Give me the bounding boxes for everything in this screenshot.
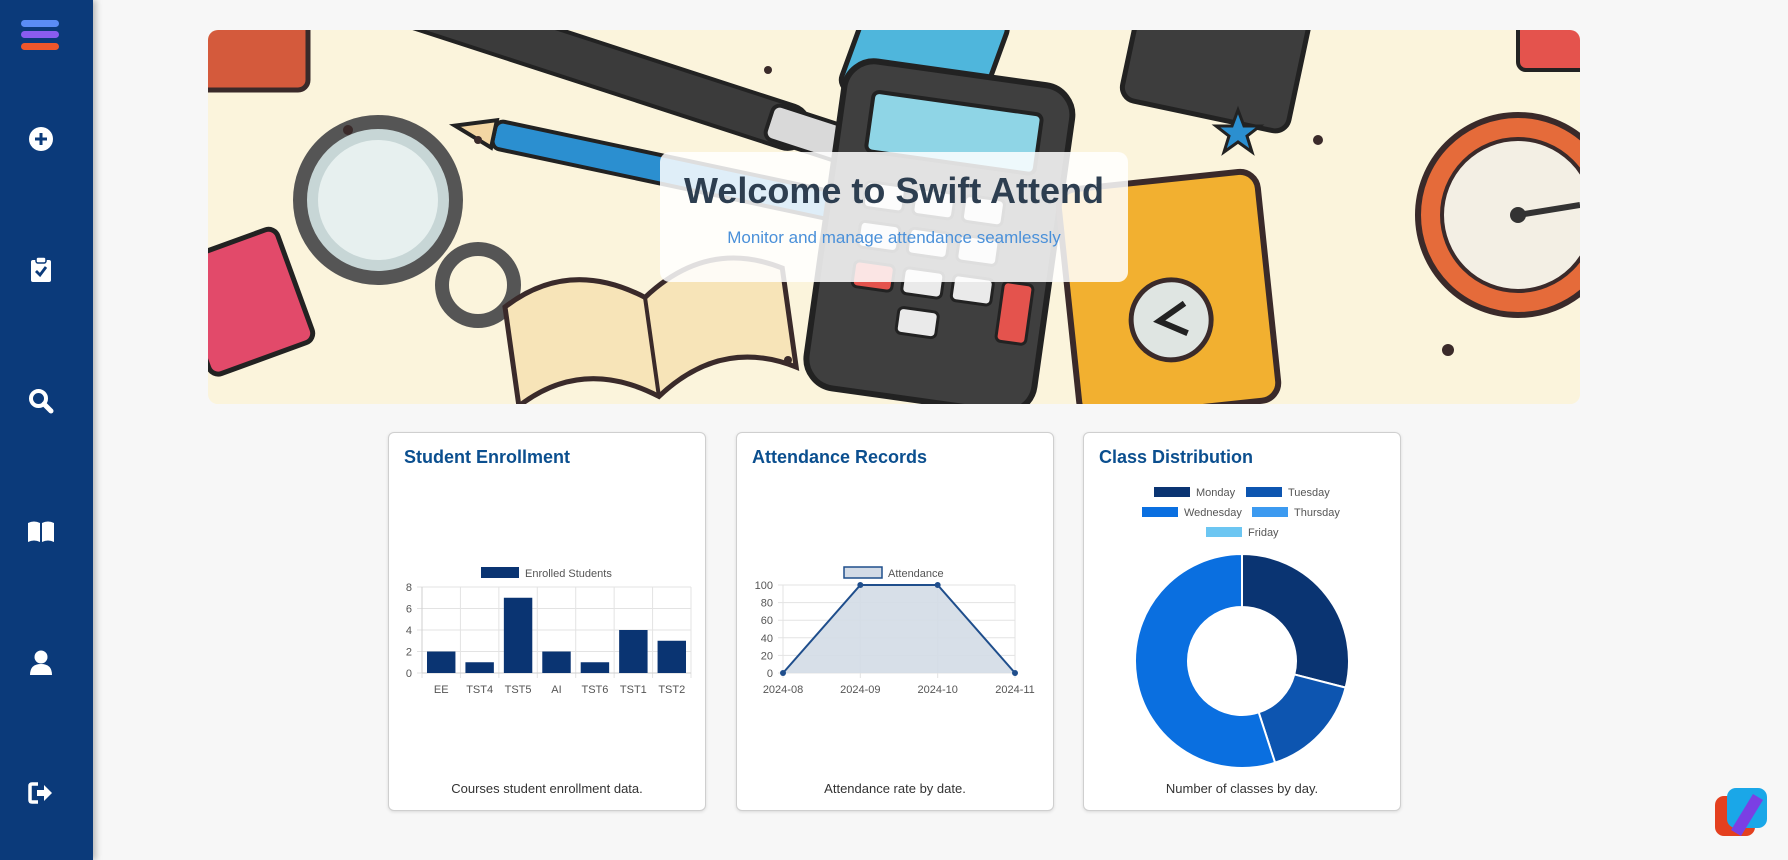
book-icon xyxy=(28,521,54,542)
hero-banner: Welcome to Swift Attend Monitor and mana… xyxy=(208,30,1580,404)
doughnut-slice xyxy=(1241,552,1350,689)
legend-label: Tuesday xyxy=(1288,487,1330,499)
welcome-subtitle: Monitor and manage attendance seamlessly xyxy=(727,228,1061,247)
welcome-title: Welcome to Swift Attend xyxy=(683,170,1104,211)
courses-nav-button[interactable] xyxy=(0,517,82,547)
profile-nav-button[interactable] xyxy=(0,648,82,678)
user-icon xyxy=(30,650,52,675)
legend-label: Attendance xyxy=(888,568,944,580)
add-button[interactable] xyxy=(0,124,82,154)
x-tick-label: 2024-10 xyxy=(917,684,957,696)
bar xyxy=(657,640,687,673)
legend-label: Thursday xyxy=(1294,507,1340,519)
legend-label: Monday xyxy=(1196,487,1236,499)
bar xyxy=(619,630,648,673)
y-tick-label: 20 xyxy=(761,650,773,662)
legend-swatch xyxy=(1206,527,1242,537)
search-nav-button[interactable] xyxy=(0,386,82,416)
attendance-area-chart: Attendance 0 20 40 60 80 100 2024-08 2024-09 2024… xyxy=(755,566,1035,696)
y-tick-label: 0 xyxy=(767,668,773,680)
y-tick-label: 4 xyxy=(406,625,412,637)
x-tick-label: TST4 xyxy=(466,684,493,696)
y-tick-label: 2 xyxy=(406,647,412,659)
card-caption: Number of classes by day. xyxy=(1165,781,1319,796)
card-caption: Attendance rate by date. xyxy=(824,781,966,796)
bar xyxy=(426,651,456,673)
y-tick-label: 40 xyxy=(761,633,773,645)
class-doughnut-chart: Monday Tuesday Wednesday Thursday Friday xyxy=(1134,487,1350,769)
sidebar xyxy=(0,0,93,860)
x-tick-label: TST5 xyxy=(505,684,532,696)
legend-label: Wednesday xyxy=(1184,507,1242,519)
menu-toggle-button[interactable] xyxy=(0,16,82,56)
data-point xyxy=(934,582,941,588)
add-icon xyxy=(29,127,53,151)
y-tick-label: 8 xyxy=(406,582,412,594)
floating-app-button[interactable] xyxy=(1713,786,1769,838)
bar xyxy=(542,651,571,673)
y-tick-label: 6 xyxy=(406,604,412,616)
attendance-records-card: Attendance Records Attendance 0 20 40 60 80 10… xyxy=(736,432,1054,811)
legend-swatch xyxy=(1246,487,1282,497)
x-tick-label: 2024-08 xyxy=(763,684,803,696)
x-tick-label: 2024-09 xyxy=(840,684,880,696)
welcome-panel: Welcome to Swift Attend Monitor and mana… xyxy=(660,152,1128,282)
x-tick-label: EE xyxy=(434,684,449,696)
data-point xyxy=(780,670,786,676)
y-tick-label: 100 xyxy=(755,580,773,592)
y-tick-label: 0 xyxy=(406,668,412,680)
card-caption: Courses student enrollment data. xyxy=(451,781,643,796)
y-tick-label: 60 xyxy=(761,615,773,627)
bar xyxy=(580,662,610,673)
logout-icon xyxy=(28,782,52,804)
clipboard-check-icon xyxy=(31,257,51,282)
legend-swatch xyxy=(1154,487,1190,497)
legend-label: Enrolled Students xyxy=(525,568,612,580)
x-tick-label: TST1 xyxy=(620,684,647,696)
enrollment-bar-chart: Enrolled Students 0 2 4 6 8 EE TST4 TST5 AI TST6 TS… xyxy=(406,567,692,696)
data-point xyxy=(857,582,864,588)
search-icon xyxy=(29,389,54,414)
legend-swatch xyxy=(481,567,519,578)
x-tick-label: TST6 xyxy=(581,684,608,696)
bar xyxy=(503,597,533,673)
student-enrollment-card: Student Enrollment Enrolled Students 0 2 4 6… xyxy=(388,432,706,811)
legend-swatch xyxy=(1252,507,1288,517)
logout-button[interactable] xyxy=(0,778,82,808)
legend-swatch xyxy=(843,566,883,579)
attendance-nav-button[interactable] xyxy=(0,255,82,285)
data-point xyxy=(1012,670,1018,676)
bar xyxy=(465,662,494,673)
legend-label: Friday xyxy=(1248,527,1279,539)
app-logo-icon xyxy=(1715,788,1767,836)
menu-icon xyxy=(21,20,59,50)
x-tick-label: AI xyxy=(551,684,561,696)
area-fill xyxy=(783,585,1015,673)
legend-swatch xyxy=(1142,507,1178,517)
x-tick-label: 2024-11 xyxy=(995,684,1035,696)
class-distribution-card: Class Distribution Monday Tuesday Wednesda… xyxy=(1083,432,1401,811)
y-tick-label: 80 xyxy=(761,598,773,610)
x-tick-label: TST2 xyxy=(658,684,685,696)
